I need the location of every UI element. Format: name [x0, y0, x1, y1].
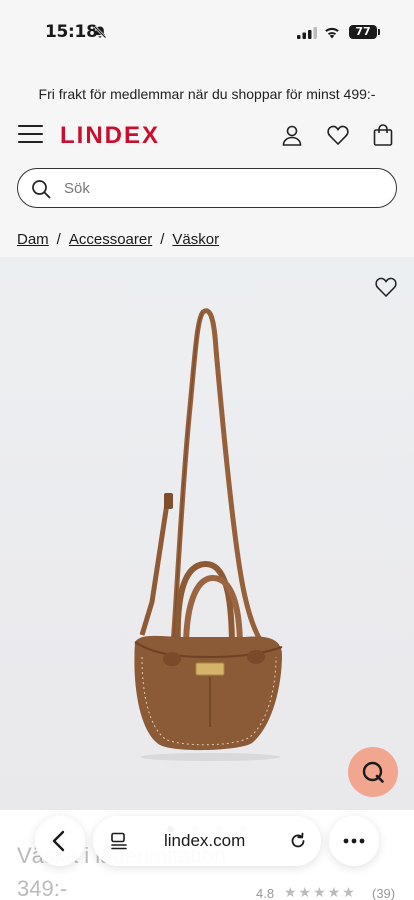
bag-illustration [134, 308, 283, 761]
battery-indicator: 77 [349, 25, 380, 39]
shopping-bag-icon[interactable] [371, 123, 395, 147]
status-bar: 15:18 77 [0, 0, 414, 62]
browser-toolbar: lindex.com [0, 814, 414, 870]
search-input[interactable]: Sök [17, 168, 397, 208]
product-price: 349:- [17, 876, 68, 900]
hamburger-menu-icon[interactable] [18, 125, 43, 145]
chevron-left-icon [52, 830, 65, 852]
breadcrumb-vaskor[interactable]: Väskor [172, 231, 219, 248]
search-section: Sök [0, 160, 414, 220]
rating-stars[interactable]: ★★★★★ [284, 884, 357, 900]
product-image[interactable] [0, 257, 414, 810]
bell-off-icon [93, 25, 107, 39]
browser-more-button[interactable] [329, 816, 379, 866]
lindex-logo[interactable]: LINDEX [60, 122, 160, 150]
breadcrumb-separator: / [56, 231, 61, 248]
page-menu-icon[interactable] [109, 831, 129, 851]
browser-back-button[interactable] [35, 816, 85, 866]
chat-button[interactable] [348, 747, 398, 797]
reload-icon[interactable] [288, 831, 308, 851]
site-header: LINDEX [0, 112, 414, 160]
url-text: lindex.com [164, 831, 246, 850]
signal-icon [297, 27, 317, 39]
more-dots-icon [343, 838, 365, 844]
promo-banner[interactable]: Fri frakt för medlemmar när du shoppar f… [0, 62, 414, 112]
wifi-icon [325, 27, 339, 39]
breadcrumb-dam[interactable]: Dam [17, 231, 49, 248]
wishlist-icon[interactable] [326, 123, 350, 147]
chat-bubble-icon [362, 761, 384, 783]
status-time: 15:18 [45, 22, 98, 42]
product-rating: 4.8 [256, 886, 275, 900]
address-bar[interactable]: lindex.com [93, 816, 321, 866]
search-placeholder: Sök [64, 180, 90, 197]
search-icon [32, 180, 51, 199]
favorite-heart-icon[interactable] [374, 276, 398, 298]
review-count[interactable]: (39) [372, 886, 395, 900]
account-icon[interactable] [280, 123, 304, 147]
breadcrumb: Dam / Accessoarer / Väskor [0, 220, 414, 257]
breadcrumb-accessoarer[interactable]: Accessoarer [69, 231, 152, 248]
breadcrumb-separator: / [160, 231, 165, 248]
